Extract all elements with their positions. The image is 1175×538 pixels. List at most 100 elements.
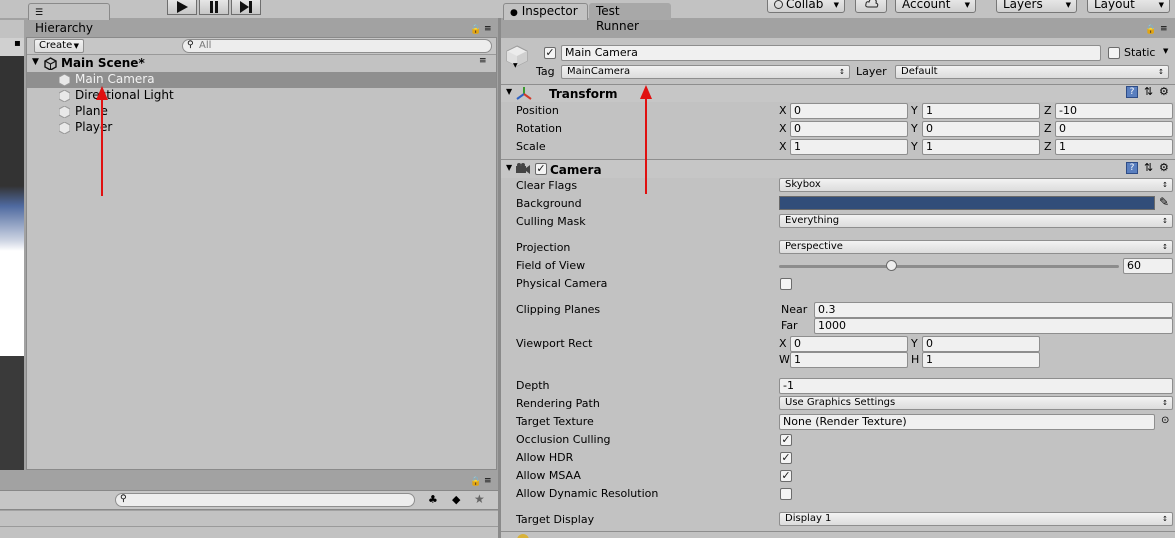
account-dropdown[interactable]: Account ▼ bbox=[895, 0, 976, 13]
physical-camera-checkbox[interactable] bbox=[780, 278, 792, 290]
rendering-path-dropdown[interactable]: Use Graphics Settings ↕ bbox=[779, 396, 1173, 410]
camera-header[interactable]: ▼ ✓ Camera ? ⇅ ⚙ bbox=[501, 160, 1175, 178]
axis-y-label[interactable]: Y bbox=[911, 337, 918, 351]
preset-icon[interactable]: ⇅ bbox=[1144, 161, 1153, 174]
viewport-y-field[interactable]: 0 bbox=[922, 336, 1040, 352]
help-icon[interactable]: ? bbox=[1126, 86, 1138, 98]
axis-z-label[interactable]: Z bbox=[1044, 122, 1052, 136]
lock-icon[interactable]: 🔒 bbox=[470, 25, 481, 35]
layers-dropdown[interactable]: Layers ▼ bbox=[996, 0, 1077, 13]
axis-y-label[interactable]: Y bbox=[911, 140, 918, 154]
far-field[interactable]: 1000 bbox=[814, 318, 1173, 334]
allow-dynamic-resolution-checkbox[interactable] bbox=[780, 488, 792, 500]
preset-icon[interactable]: ⇅ bbox=[1144, 85, 1153, 98]
filter-by-type-icon[interactable]: ♣ bbox=[428, 493, 438, 506]
filter-by-label-icon[interactable]: ◆ bbox=[452, 493, 460, 506]
favorites-icon[interactable]: ★ bbox=[474, 492, 485, 506]
clear-flags-dropdown[interactable]: Skybox ↕ bbox=[779, 178, 1173, 192]
scale-y-field[interactable]: 1 bbox=[922, 139, 1040, 155]
axis-y-label[interactable]: Y bbox=[911, 122, 918, 136]
panel-menu-icon[interactable]: ≡ bbox=[1160, 24, 1168, 34]
project-search[interactable]: ⚲ bbox=[115, 493, 415, 507]
tab-hierarchy[interactable]: ☰ Hierarchy bbox=[28, 3, 110, 35]
gear-icon[interactable]: ⚙ bbox=[1159, 161, 1169, 174]
gear-icon[interactable]: ⚙ bbox=[1159, 85, 1169, 98]
pause-button[interactable] bbox=[199, 0, 229, 15]
fov-slider-thumb[interactable] bbox=[886, 260, 898, 271]
collapse-arrow-icon[interactable]: ▼ bbox=[506, 163, 512, 172]
rotation-x-field[interactable]: 0 bbox=[790, 121, 908, 137]
lock-icon[interactable]: 🔒 bbox=[1145, 25, 1156, 35]
viewport-h-field[interactable]: 1 bbox=[922, 352, 1040, 368]
chevron-down-icon[interactable]: ▼ bbox=[513, 62, 518, 69]
object-name-field[interactable]: Main Camera bbox=[561, 45, 1101, 61]
chevron-down-icon[interactable]: ▼ bbox=[1163, 47, 1168, 55]
step-button[interactable] bbox=[231, 0, 261, 15]
hierarchy-search[interactable]: ⚲ All bbox=[182, 39, 492, 53]
target-display-dropdown[interactable]: Display 1 ↕ bbox=[779, 512, 1173, 526]
fov-field[interactable]: 60 bbox=[1123, 258, 1173, 274]
active-checkbox[interactable]: ✓ bbox=[544, 47, 556, 59]
scene-viewport[interactable] bbox=[0, 56, 24, 470]
axis-x-label[interactable]: X bbox=[779, 122, 787, 136]
rotation-z-field[interactable]: 0 bbox=[1055, 121, 1173, 137]
position-z-field[interactable]: -10 bbox=[1055, 103, 1173, 119]
hierarchy-item-plane[interactable]: Plane bbox=[27, 104, 496, 120]
depth-field[interactable]: -1 bbox=[779, 378, 1173, 394]
object-picker-icon[interactable]: ⊙ bbox=[1161, 415, 1169, 426]
scale-x-field[interactable]: 1 bbox=[790, 139, 908, 155]
axis-x-label[interactable]: X bbox=[779, 337, 787, 351]
hierarchy-item-directional-light[interactable]: Directional Light bbox=[27, 88, 496, 104]
scale-z-field[interactable]: 1 bbox=[1055, 139, 1173, 155]
cloud-button[interactable] bbox=[855, 0, 887, 13]
transform-header[interactable]: ▼ Transform ? ⇅ ⚙ bbox=[501, 85, 1175, 102]
create-dropdown[interactable]: Create ▼ bbox=[34, 39, 84, 53]
expand-arrow-icon[interactable]: ▼ bbox=[32, 57, 39, 67]
fov-slider-track[interactable] bbox=[779, 265, 1119, 268]
allow-msaa-checkbox[interactable]: ✓ bbox=[780, 470, 792, 482]
rotation-y-field[interactable]: 0 bbox=[922, 121, 1040, 137]
tab-test-runner[interactable]: Test Runner bbox=[589, 3, 671, 33]
hierarchy-item-main-camera[interactable]: Main Camera bbox=[27, 72, 496, 88]
collapse-arrow-icon[interactable]: ▼ bbox=[506, 87, 512, 96]
axis-z-label[interactable]: Z bbox=[1044, 104, 1052, 118]
tag-dropdown[interactable]: MainCamera ↕ bbox=[561, 65, 850, 79]
scene-menu-icon[interactable]: ≡ bbox=[479, 56, 487, 66]
axis-w-label[interactable]: W bbox=[779, 353, 790, 367]
position-y-field[interactable]: 1 bbox=[922, 103, 1040, 119]
hierarchy-item-label: Main Camera bbox=[75, 72, 155, 86]
tab-inspector[interactable]: ● Inspector bbox=[503, 3, 588, 20]
layout-dropdown[interactable]: Layout ▼ bbox=[1087, 0, 1170, 13]
static-checkbox[interactable] bbox=[1108, 47, 1120, 59]
collab-button[interactable]: Collab ▼ bbox=[767, 0, 845, 13]
layer-dropdown[interactable]: Default ↕ bbox=[895, 65, 1169, 79]
help-icon[interactable]: ? bbox=[1126, 162, 1138, 174]
eyedropper-icon[interactable]: ✎ bbox=[1159, 195, 1169, 209]
account-label: Account bbox=[902, 0, 951, 11]
projection-dropdown[interactable]: Perspective ↕ bbox=[779, 240, 1173, 254]
scene-row[interactable]: ▼ Main Scene* ≡ bbox=[27, 56, 496, 72]
lock-icon[interactable]: 🔒 bbox=[470, 477, 481, 487]
axis-y-label[interactable]: Y bbox=[911, 104, 918, 118]
axis-x-label[interactable]: X bbox=[779, 140, 787, 154]
hierarchy-item-player[interactable]: Player bbox=[27, 120, 496, 136]
occlusion-culling-checkbox[interactable]: ✓ bbox=[780, 434, 792, 446]
axis-z-label[interactable]: Z bbox=[1044, 140, 1052, 154]
camera-enabled-checkbox[interactable]: ✓ bbox=[535, 163, 547, 175]
viewport-x-field[interactable]: 0 bbox=[790, 336, 908, 352]
gameobject-icon bbox=[59, 90, 70, 102]
allow-hdr-checkbox[interactable]: ✓ bbox=[780, 452, 792, 464]
axis-h-label[interactable]: H bbox=[911, 353, 919, 367]
panel-menu-icon[interactable]: ≡ bbox=[484, 24, 492, 34]
culling-mask-dropdown[interactable]: Everything ↕ bbox=[779, 214, 1173, 228]
near-field[interactable]: 0.3 bbox=[814, 302, 1173, 318]
viewport-w-field[interactable]: 1 bbox=[790, 352, 908, 368]
background-color-field[interactable] bbox=[779, 196, 1155, 210]
axis-x-label[interactable]: X bbox=[779, 104, 787, 118]
position-x-field[interactable]: 0 bbox=[790, 103, 908, 119]
far-label[interactable]: Far bbox=[781, 319, 798, 333]
panel-menu-icon[interactable]: ≡ bbox=[484, 476, 492, 486]
target-texture-field[interactable]: None (Render Texture) bbox=[779, 414, 1155, 430]
near-label[interactable]: Near bbox=[781, 303, 807, 317]
play-button[interactable] bbox=[167, 0, 197, 15]
